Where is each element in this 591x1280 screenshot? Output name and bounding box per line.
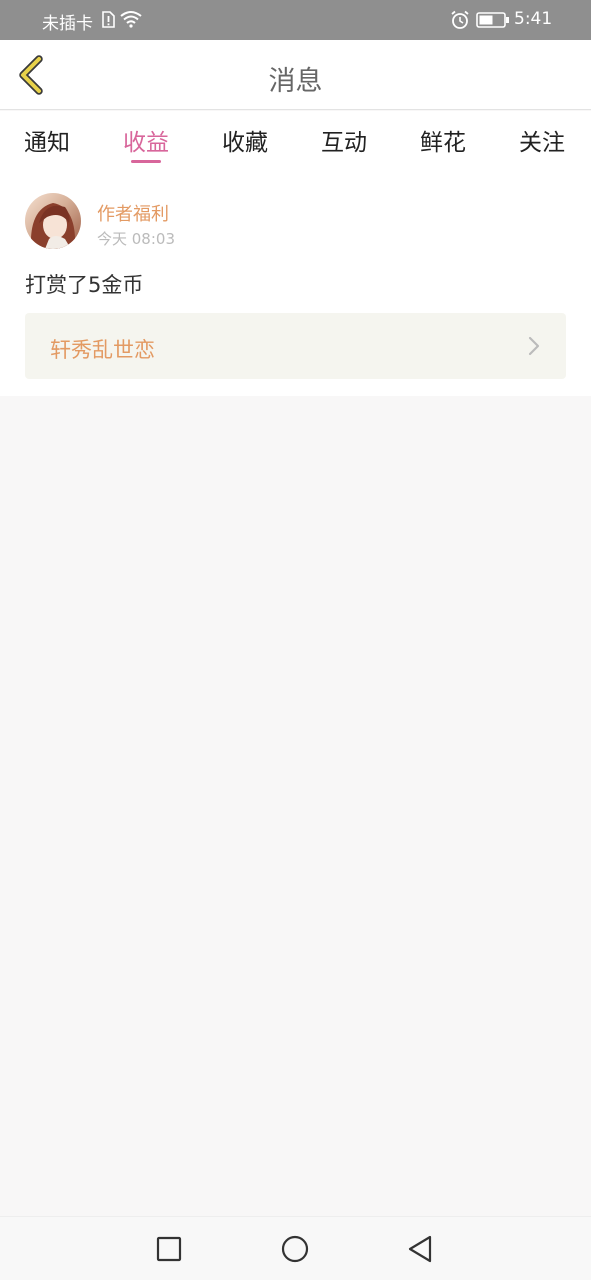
tab-bar: 通知 收益 收藏 互动 鲜花 关注	[0, 111, 591, 167]
wifi-icon	[120, 11, 142, 28]
message-item: 作者福利 今天 08:03 打赏了5金币 轩秀乱世恋	[0, 167, 591, 396]
triangle-back-icon[interactable]	[405, 1234, 435, 1264]
tab-earnings[interactable]: 收益	[111, 123, 181, 163]
sender-name[interactable]: 作者福利	[97, 200, 169, 226]
tab-label: 关注	[519, 130, 565, 156]
book-link-card[interactable]: 轩秀乱世恋	[25, 313, 566, 379]
carrier-label: 未插卡	[42, 14, 93, 34]
tab-label: 鲜花	[420, 130, 466, 156]
sim-alert-icon	[102, 11, 115, 28]
status-bar: 未插卡 5:41	[0, 0, 591, 40]
battery-icon	[476, 12, 509, 28]
book-title: 轩秀乱世恋	[50, 338, 155, 362]
tab-flowers[interactable]: 鲜花	[408, 123, 478, 163]
tab-label: 收藏	[222, 130, 268, 156]
tab-following[interactable]: 关注	[507, 123, 577, 163]
avatar[interactable]	[25, 193, 81, 249]
tab-label: 收益	[123, 130, 169, 156]
tab-label: 互动	[321, 130, 367, 156]
tab-underline	[131, 160, 161, 163]
tab-notifications[interactable]: 通知	[12, 123, 82, 163]
clock-time: 5:41	[514, 9, 553, 29]
tab-favorites[interactable]: 收藏	[210, 123, 280, 163]
message-text: 打赏了5金币	[25, 273, 144, 297]
chevron-right-icon	[528, 336, 540, 356]
system-nav-bar	[0, 1216, 591, 1280]
page-title: 消息	[268, 66, 323, 97]
alarm-icon	[451, 10, 469, 29]
tab-label: 通知	[24, 130, 70, 156]
app-screen: 未插卡 5:41 消息 通知 收益 收藏 互动 鲜花 关注 作者福利 今天 08…	[0, 0, 591, 1280]
header-bar: 消息	[0, 40, 591, 110]
square-recents-icon[interactable]	[154, 1234, 184, 1264]
avatar-image	[30, 203, 76, 249]
tab-interactions[interactable]: 互动	[309, 123, 379, 163]
message-time: 今天 08:03	[97, 230, 175, 248]
circle-home-icon[interactable]	[280, 1234, 310, 1264]
